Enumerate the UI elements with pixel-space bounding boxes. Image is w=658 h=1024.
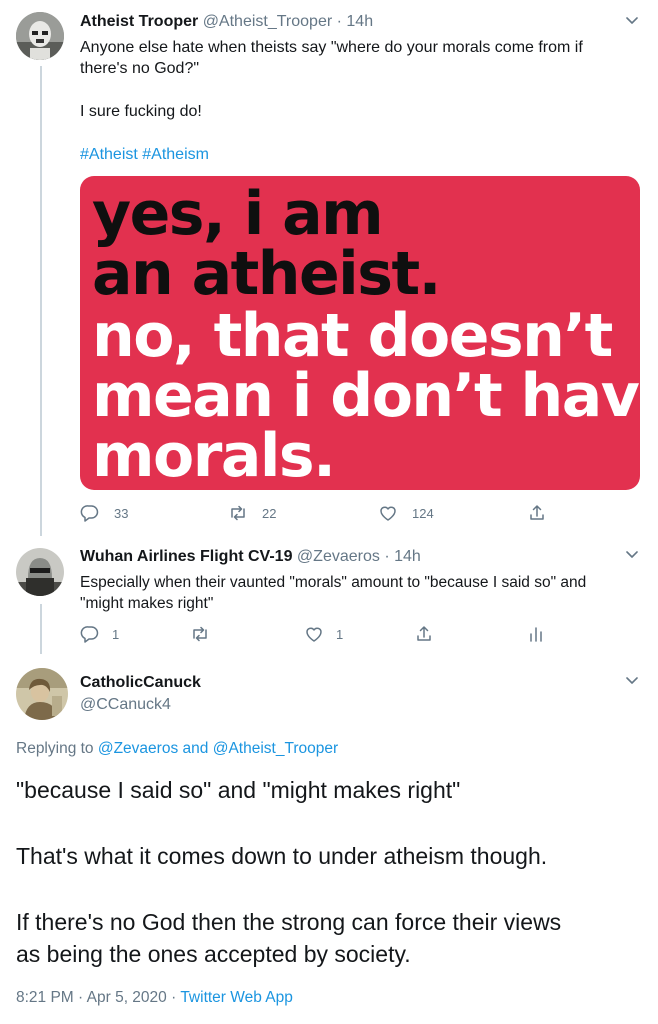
thread-line — [40, 604, 42, 654]
hashtags: #Atheist #Atheism — [80, 144, 209, 165]
retweet-icon — [193, 626, 207, 642]
tweet-text-line: there's no God?" — [80, 60, 200, 77]
retweet-icon — [231, 505, 245, 521]
replying-to-and: and — [182, 740, 209, 757]
tweet-text-line: Especially when their vaunted "morals" a… — [80, 574, 587, 591]
tweet-actions: 1 1 — [80, 624, 640, 646]
reply-button[interactable]: 1 — [80, 624, 119, 644]
author-handle[interactable]: @CCanuck4 — [80, 696, 171, 714]
reply-icon — [80, 505, 99, 522]
mention-link[interactable]: @Zevaeros — [98, 740, 178, 757]
helmet-avatar-image — [16, 548, 64, 596]
share-icon — [417, 626, 431, 641]
tweet-text-line: Anyone else hate when theists say "where… — [80, 39, 583, 56]
replying-to: Replying to @Zevaeros and @Atheist_Troop… — [16, 740, 338, 758]
image-text-line: an atheist. — [92, 239, 441, 309]
separator: · — [336, 13, 342, 30]
like-count: 1 — [336, 626, 344, 642]
like-button[interactable]: 124 — [378, 503, 434, 523]
like-button[interactable]: 1 — [304, 624, 343, 644]
tweet-footer: 8:21 PM · Apr 5, 2020 · Twitter Web App — [16, 989, 293, 1007]
tweet-text: Especially when their vaunted "morals" a… — [80, 572, 586, 614]
retweet-button[interactable] — [190, 624, 210, 644]
tweet-text-line: "might makes right" — [80, 595, 214, 612]
chevron-down-icon[interactable] — [624, 672, 640, 688]
share-icon — [530, 505, 544, 520]
hashtag-link[interactable]: #Atheism — [142, 146, 209, 163]
image-text-line: morals. — [92, 421, 336, 490]
mention-link[interactable]: @Atheist_Trooper — [213, 740, 338, 757]
like-icon — [306, 627, 322, 642]
tweet-text: Anyone else hate when theists say "where… — [80, 37, 583, 79]
avatar[interactable] — [16, 12, 64, 60]
author-name[interactable]: CatholicCanuck — [80, 674, 201, 691]
tweet-time[interactable]: 14h — [394, 548, 421, 565]
chevron-down-icon[interactable] — [624, 546, 640, 562]
reply-icon — [80, 626, 99, 643]
chevron-down-icon[interactable] — [624, 12, 640, 28]
avatar[interactable] — [16, 548, 64, 596]
like-icon — [380, 506, 396, 521]
avatar[interactable] — [16, 668, 68, 720]
retweet-button[interactable]: 22 — [228, 503, 276, 523]
share-button[interactable] — [527, 503, 547, 523]
separator: · — [384, 548, 390, 565]
image-text-line: no, that doesn’t — [92, 301, 613, 371]
client-link[interactable]: Twitter Web App — [180, 989, 293, 1006]
tweet-actions: 33 22 124 — [80, 503, 640, 525]
tweet-text-line: "because I said so" and "might makes rig… — [16, 777, 461, 803]
tweet-time[interactable]: 14h — [346, 13, 373, 30]
reply-count: 1 — [112, 626, 120, 642]
hashtag-link[interactable]: #Atheist — [80, 146, 138, 163]
stormtrooper-avatar-image — [16, 12, 64, 60]
tweet-image[interactable]: yes, i am an atheist. no, that doesn’t m… — [80, 176, 640, 490]
author-handle[interactable]: @Zevaeros — [297, 548, 380, 565]
author-name[interactable]: Wuhan Airlines Flight CV-19 — [80, 548, 292, 565]
reply-button[interactable]: 33 — [80, 503, 128, 523]
replying-to-label: Replying to — [16, 740, 94, 757]
reply-count: 33 — [114, 505, 129, 521]
image-text-line: mean i don’t have — [92, 361, 640, 431]
retweet-count: 22 — [262, 505, 277, 521]
tweet-text-line: as being the ones accepted by society. — [16, 941, 411, 967]
author-name[interactable]: Atheist Trooper — [80, 13, 198, 30]
image-text-line: yes, i am — [92, 179, 384, 249]
tweet-timestamp[interactable]: 8:21 PM · Apr 5, 2020 — [16, 989, 167, 1006]
analytics-button[interactable] — [526, 624, 546, 644]
analytics-icon — [530, 627, 542, 642]
tweet-text-line: That's what it comes down to under athei… — [16, 843, 548, 869]
tweet-text-line: If there's no God then the strong can fo… — [16, 909, 562, 935]
separator: · — [171, 989, 177, 1006]
tweet-text-line: I sure fucking do! — [80, 103, 202, 120]
like-count: 124 — [412, 505, 434, 521]
painted-portrait-avatar-image — [16, 668, 68, 720]
author-handle[interactable]: @Atheist_Trooper — [203, 13, 332, 30]
thread-line — [40, 66, 42, 536]
share-button[interactable] — [414, 624, 434, 644]
